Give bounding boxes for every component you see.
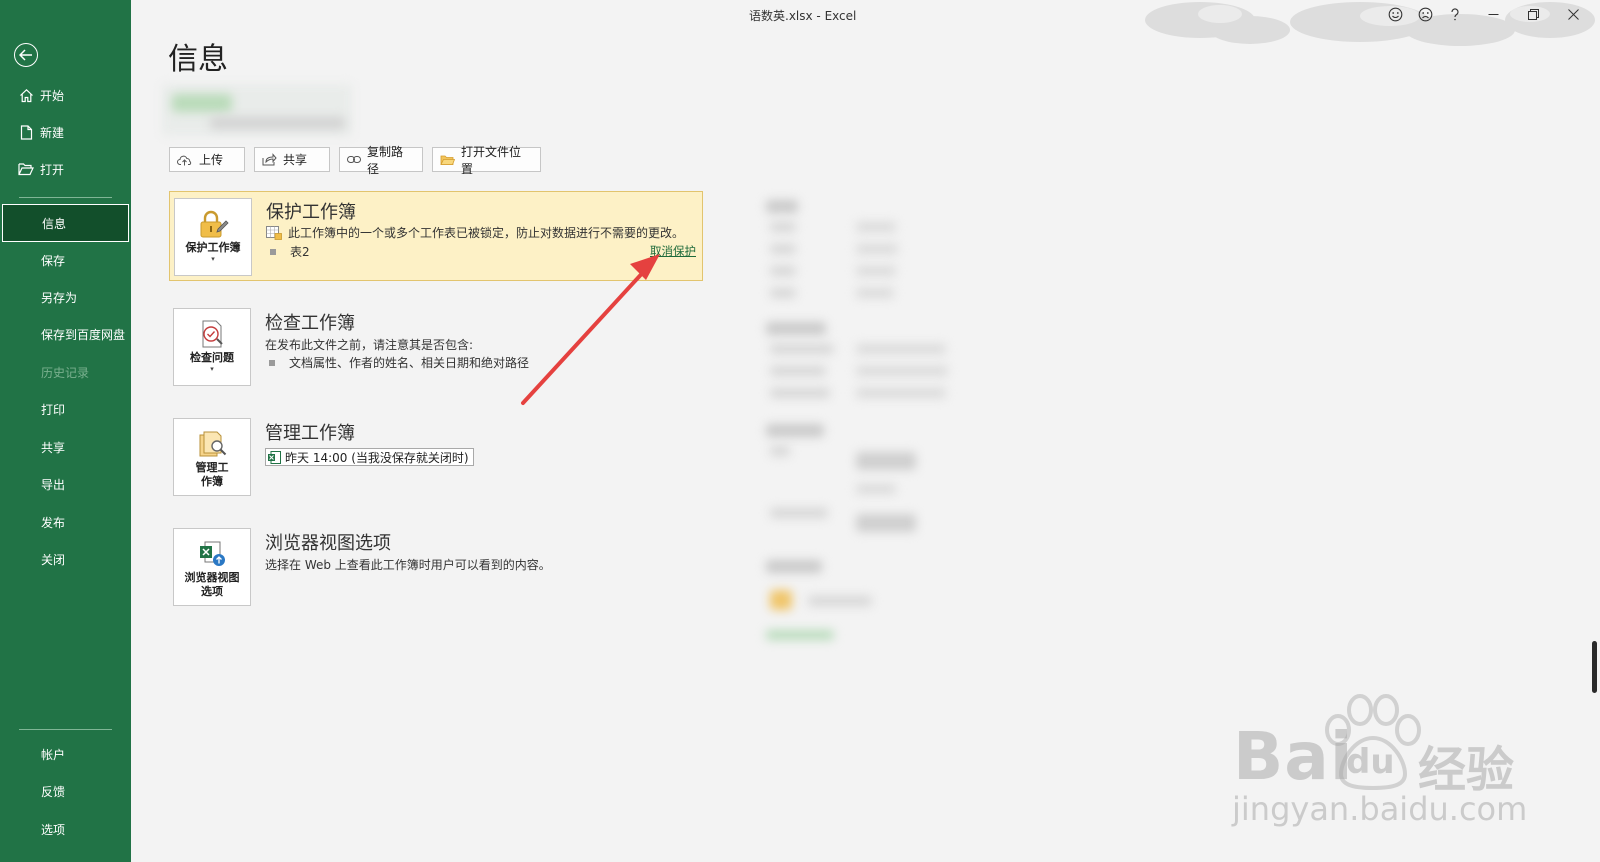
- browser-view-options-button[interactable]: 浏览器视图 选项: [173, 528, 251, 606]
- folder-icon: [440, 154, 455, 166]
- page-title: 信息: [168, 42, 228, 77]
- window-title: 语数英.xlsx - Excel: [749, 9, 857, 23]
- blurred-file-name: [172, 94, 232, 112]
- smile-icon: [1388, 7, 1402, 21]
- help-button[interactable]: [1440, 3, 1470, 25]
- manage-workbook-title: 管理工作簿: [265, 423, 355, 444]
- frown-feedback-button[interactable]: [1410, 3, 1440, 25]
- minimize-button[interactable]: [1478, 3, 1508, 25]
- minimize-icon: [1488, 13, 1498, 15]
- sidebar-separator: [19, 729, 112, 730]
- frown-icon: [1418, 7, 1432, 21]
- manage-workbook-icon: [199, 431, 227, 457]
- protected-sheet-item: 表2: [270, 243, 310, 260]
- backstage-sidebar: 开始 新建 打开 信息 保存 另存为 保存到百度网盘 历史记录 打印 共享 导出…: [0, 0, 131, 862]
- share-icon: [262, 153, 277, 166]
- link-icon: [347, 155, 361, 164]
- help-icon: [1451, 7, 1459, 20]
- protect-workbook-button[interactable]: 保护工作簿 ▾: [174, 198, 252, 276]
- excel-file-icon: [268, 450, 281, 464]
- autosaved-version-item[interactable]: 昨天 14:00 (当我没保存就关闭时): [265, 448, 474, 466]
- home-icon: [17, 86, 35, 104]
- blurred-path-text: [210, 117, 345, 129]
- browser-view-icon: [200, 541, 225, 566]
- restore-icon: [1527, 8, 1539, 20]
- sidebar-item-history: 历史记录: [41, 365, 90, 380]
- open-file-location-button[interactable]: 打开文件位置: [432, 145, 541, 176]
- chevron-down-icon: ▾: [210, 365, 214, 373]
- share-button[interactable]: 共享: [254, 147, 330, 172]
- sidebar-item-print[interactable]: 打印: [0, 391, 131, 427]
- chevron-down-icon: ▾: [211, 255, 215, 263]
- inspect-workbook-title: 检查工作簿: [265, 313, 355, 334]
- sidebar-item-open[interactable]: 打开: [0, 151, 131, 187]
- sidebar-item-save-to-baidu[interactable]: 保存到百度网盘: [0, 316, 131, 352]
- close-window-button[interactable]: [1558, 3, 1588, 25]
- sidebar-item-info[interactable]: 信息: [2, 204, 129, 242]
- protect-workbook-description: 此工作簿中的一个或多个工作表已被锁定，防止对数据进行不需要的更改。: [266, 224, 684, 241]
- back-button[interactable]: [14, 43, 38, 67]
- browser-view-options-description: 选择在 Web 上查看此工作簿时用户可以看到的内容。: [265, 558, 551, 572]
- title-bar: 语数英.xlsx - Excel: [131, 0, 1600, 28]
- new-file-icon: [17, 123, 35, 141]
- sidebar-item-account[interactable]: 帐户: [0, 736, 131, 772]
- upload-button[interactable]: 上传: [169, 147, 245, 172]
- unprotect-link[interactable]: 取消保护: [650, 243, 696, 259]
- back-arrow-icon: [19, 49, 32, 61]
- protect-workbook-title: 保护工作簿: [266, 202, 356, 223]
- copy-path-button[interactable]: 复制路径: [339, 145, 423, 176]
- sidebar-item-export[interactable]: 导出: [0, 466, 131, 502]
- restore-button[interactable]: [1518, 3, 1548, 25]
- manage-workbook-section: 管理工 作簿 管理工作簿 昨天 14:00 (当我没保存就关闭时): [169, 413, 703, 501]
- sidebar-item-publish[interactable]: 发布: [0, 504, 131, 540]
- sidebar-item-new[interactable]: 新建: [0, 114, 131, 150]
- browser-view-options-section: 浏览器视图 选项 浏览器视图选项 选择在 Web 上查看此工作簿时用户可以看到的…: [169, 523, 703, 611]
- open-folder-icon: [17, 160, 35, 178]
- sidebar-item-save-as[interactable]: 另存为: [0, 279, 131, 315]
- upload-icon: [177, 154, 193, 166]
- lock-icon: [200, 210, 229, 238]
- sidebar-item-feedback[interactable]: 反馈: [0, 773, 131, 809]
- smile-feedback-button[interactable]: [1380, 3, 1410, 25]
- inspect-item: 文档属性、作者的姓名、相关日期和绝对路径: [269, 354, 529, 371]
- sidebar-item-home[interactable]: 开始: [0, 77, 131, 113]
- manage-workbook-button[interactable]: 管理工 作簿: [173, 418, 251, 496]
- locked-sheet-icon: [266, 225, 282, 240]
- sidebar-item-close[interactable]: 关闭: [0, 541, 131, 577]
- protect-workbook-section: 保护工作簿 ▾ 保护工作簿 此工作簿中的一个或多个工作表已被锁定，防止对数据进行…: [169, 191, 703, 281]
- sidebar-separator: [19, 197, 112, 198]
- sidebar-item-share[interactable]: 共享: [0, 429, 131, 465]
- file-path-toolbar: 上传 共享 复制路径 打开文件位置: [169, 145, 541, 176]
- sidebar-item-save[interactable]: 保存: [0, 242, 131, 278]
- inspect-workbook-description: 在发布此文件之前，请注意其是否包含:: [265, 338, 474, 352]
- check-for-issues-button[interactable]: 检查问题 ▾: [173, 308, 251, 386]
- browser-view-options-title: 浏览器视图选项: [265, 533, 391, 554]
- close-icon: [1567, 8, 1579, 20]
- inspect-document-icon: [202, 320, 223, 348]
- inspect-workbook-section: 检查问题 ▾ 检查工作簿 在发布此文件之前，请注意其是否包含: 文档属性、作者的…: [169, 303, 703, 391]
- scrollbar-thumb[interactable]: [1592, 641, 1597, 693]
- sidebar-item-options[interactable]: 选项: [0, 811, 131, 847]
